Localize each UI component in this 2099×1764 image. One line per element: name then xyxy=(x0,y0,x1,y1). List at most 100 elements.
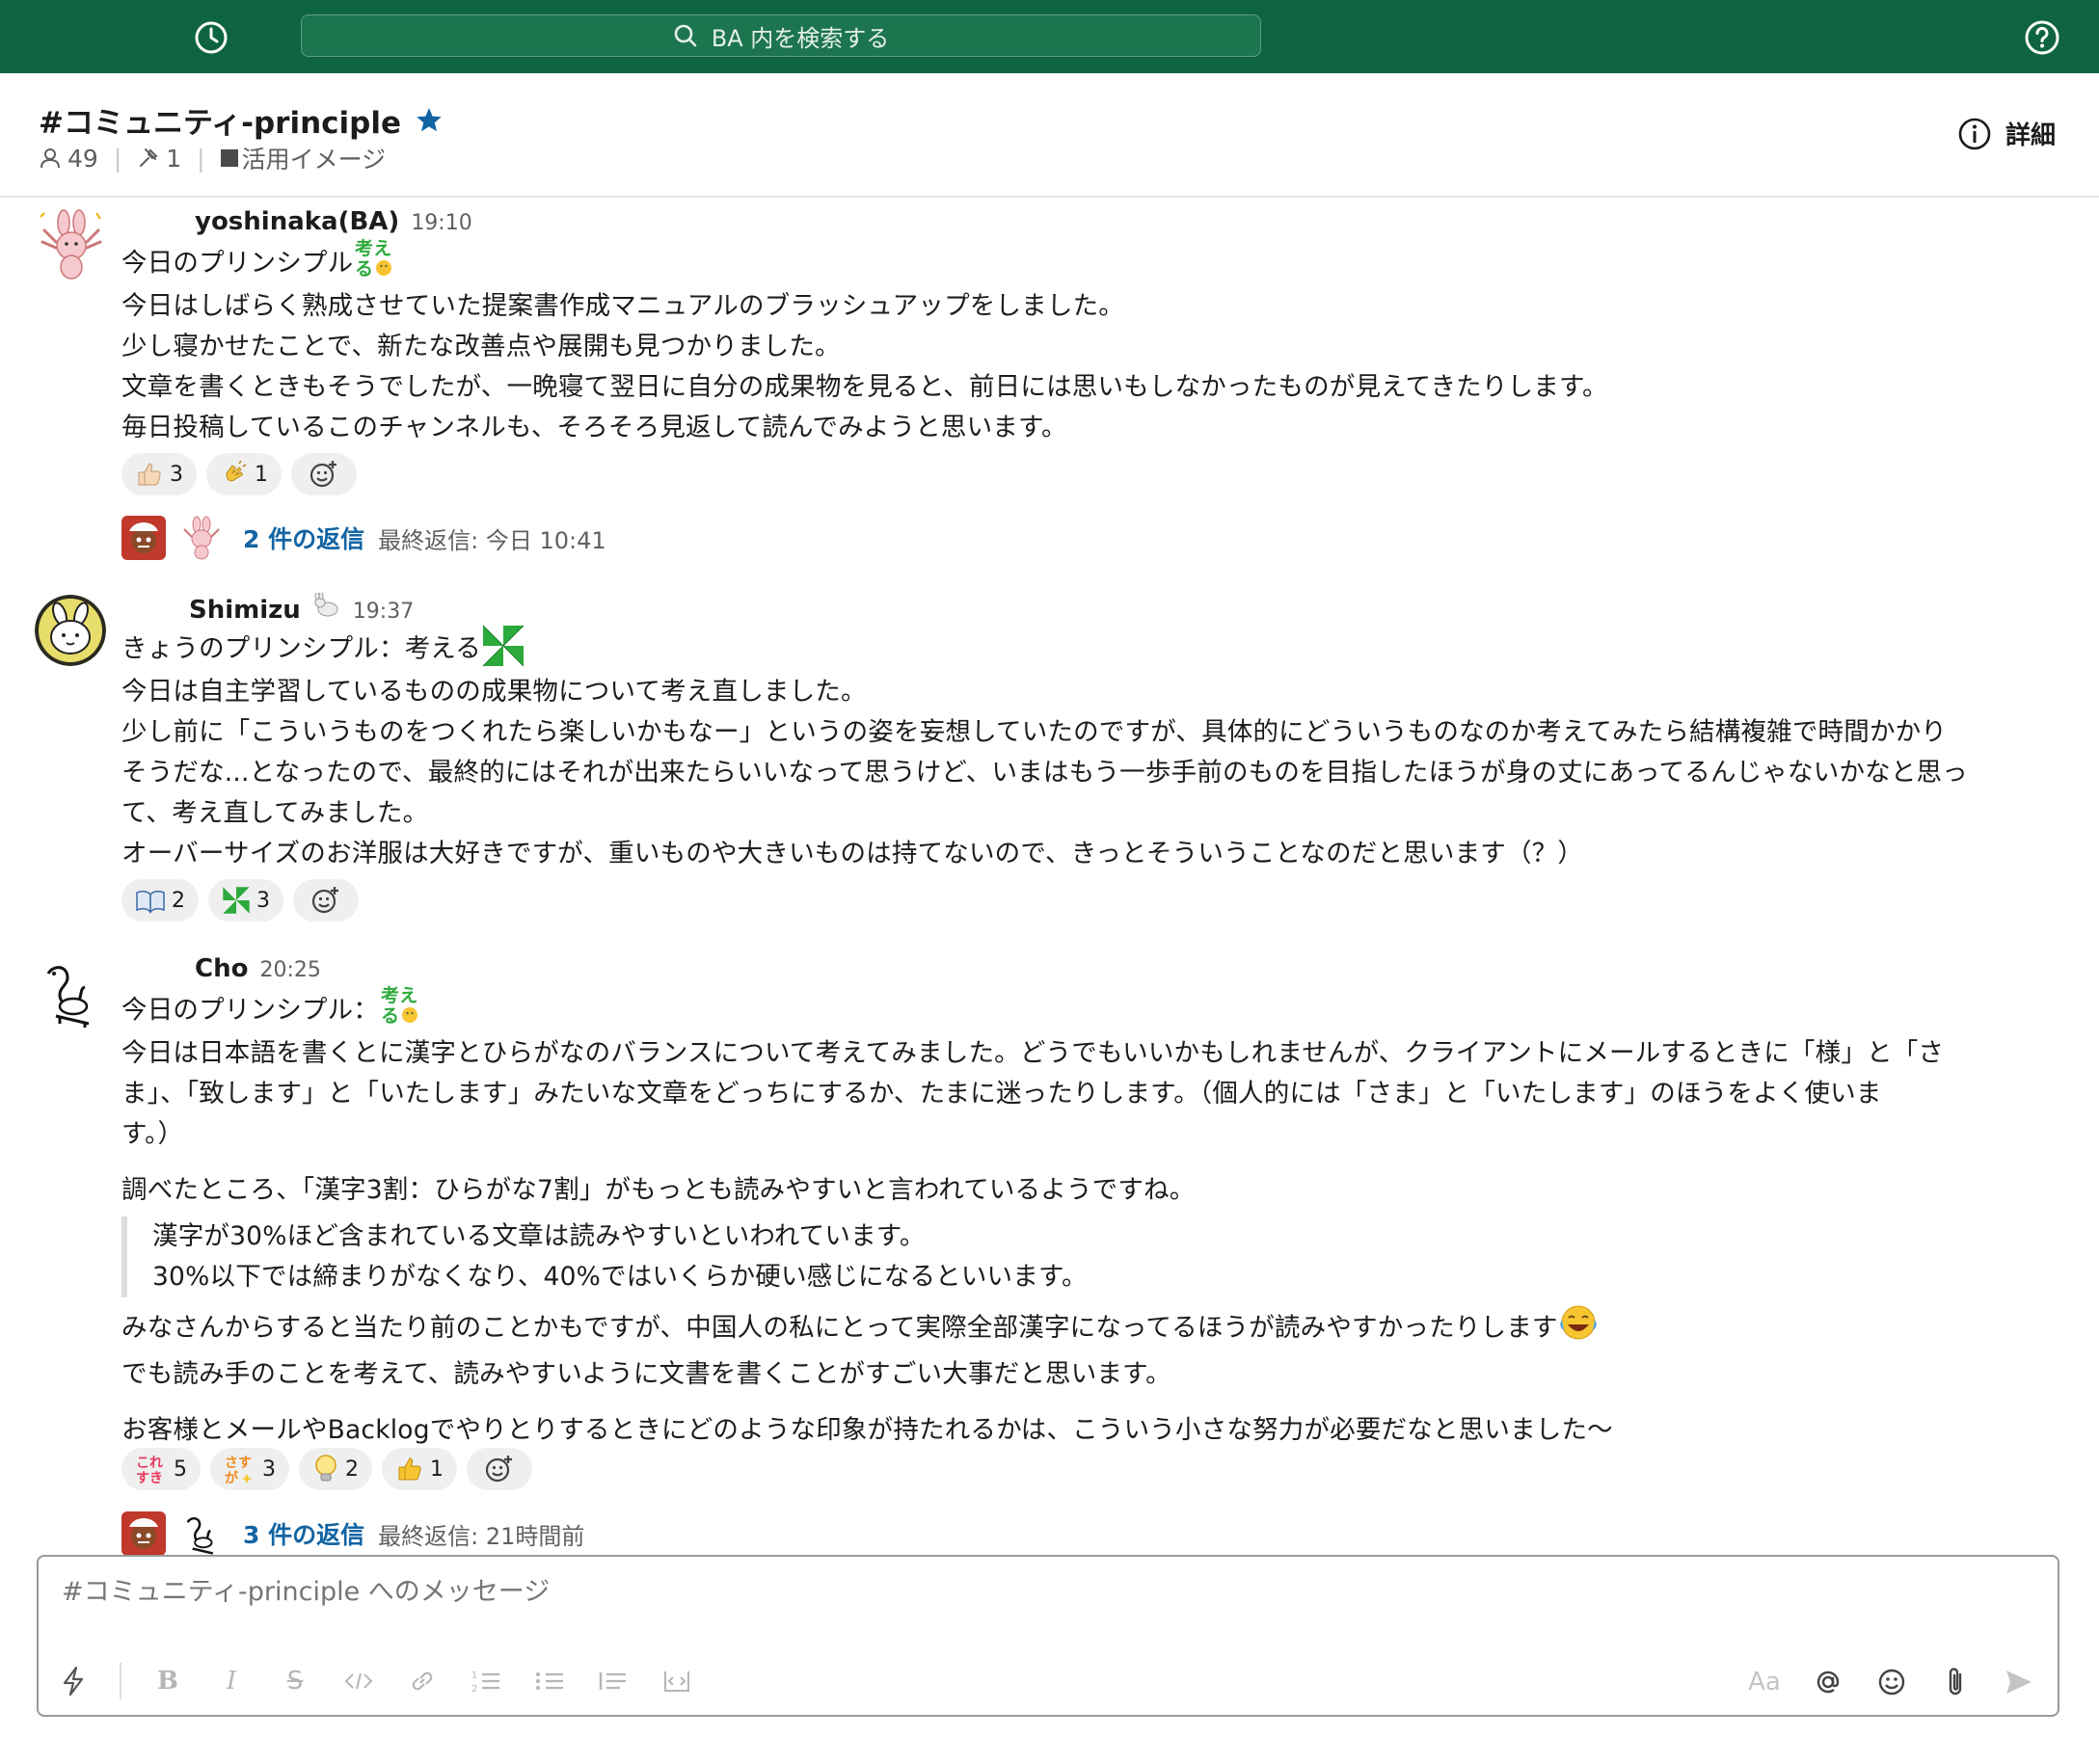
reaction-pill[interactable]: 3 xyxy=(121,453,197,495)
ordered-list-icon[interactable]: 12 xyxy=(469,1664,503,1698)
message-input[interactable] xyxy=(60,1576,1896,1608)
emoji-icon[interactable] xyxy=(1874,1665,1909,1699)
history-icon[interactable] xyxy=(193,19,229,56)
author-name[interactable]: Shimizu xyxy=(189,596,301,625)
message-line: みなさんからすると当たり前のことかもですが、中国人の私にとって実際全部漢字になっ… xyxy=(121,1303,2059,1354)
channel-meta: 49 | 1 | 活用イメージ xyxy=(39,141,386,175)
message-line: す。） xyxy=(121,1119,184,1149)
reaction-count: 2 xyxy=(172,888,185,913)
block-quote: 漢字が30%ほど含まれている文章は読みやすいといわれています。 30%以下では締… xyxy=(121,1216,2059,1297)
reaction-count: 5 xyxy=(174,1457,187,1482)
reaction-bar: 2 3 xyxy=(121,879,359,922)
last-reply-time: 最終返信: 今日 10:41 xyxy=(378,526,606,554)
send-icon[interactable] xyxy=(2002,1665,2036,1699)
reaction-pill[interactable]: 3 xyxy=(208,879,283,922)
reply-count-link[interactable]: 3 件の返信 xyxy=(243,1516,364,1551)
bulleted-list-icon[interactable] xyxy=(532,1664,567,1698)
open-book-icon xyxy=(136,890,165,914)
clap-icon xyxy=(226,460,247,482)
avatar[interactable] xyxy=(35,209,106,281)
star-icon[interactable] xyxy=(415,106,444,135)
message-line: お客様とメールやBacklogでやりとりするときにどのような印象が持たれるかは、… xyxy=(121,1415,1613,1445)
thread-summary[interactable]: 3 件の返信 最終返信: 21時間前 xyxy=(121,1511,584,1556)
add-reaction-button[interactable] xyxy=(291,453,357,495)
svg-text:が: が xyxy=(225,1470,239,1485)
message-line: 少し寝かせたことで、新たな改善点や展開も見つかりました。 xyxy=(121,332,841,361)
reply-count-link[interactable]: 2 件の返信 xyxy=(243,521,364,555)
channel-title[interactable]: #コミュニティ-principle xyxy=(39,98,444,142)
message-line: 文章を書くときもそうでしたが、一晩寝て翌日に自分の成果物を見ると、前日には思いも… xyxy=(121,372,1608,402)
avatar[interactable] xyxy=(35,956,106,1028)
thumbs-up-icon xyxy=(398,1457,421,1481)
members-button[interactable]: 49 xyxy=(39,145,98,173)
details-button[interactable]: 詳細 xyxy=(1957,116,2056,151)
add-reaction-button[interactable] xyxy=(293,879,359,922)
details-label: 詳細 xyxy=(2005,121,2056,150)
thumbs-up-icon xyxy=(138,463,161,486)
format-toggle-button[interactable]: Aa xyxy=(1747,1665,1782,1699)
strikethrough-icon[interactable]: S xyxy=(278,1664,312,1698)
svg-text:2: 2 xyxy=(471,1684,477,1695)
last-reply-time: 最終返信: 21時間前 xyxy=(378,1522,585,1550)
svg-text:すき: すき xyxy=(136,1471,163,1485)
message-line: 今日は日本語を書くとに漢字とひらがなのバランスについて考えてみました。どうでもい… xyxy=(121,1038,1945,1068)
rabbit-status-icon xyxy=(312,591,341,622)
timestamp[interactable]: 19:37 xyxy=(353,600,414,624)
pinwheel-icon xyxy=(223,887,250,914)
add-reaction-icon xyxy=(311,887,338,914)
message-line: きょうのプリンシプル：考える xyxy=(121,625,2059,672)
reaction-pill[interactable]: 1 xyxy=(206,453,282,495)
message-line: 今日のプリンシプル 考える xyxy=(121,238,2059,286)
shortcuts-icon[interactable] xyxy=(56,1664,91,1698)
divider: | xyxy=(197,144,205,173)
koresuki-icon: これすき xyxy=(136,1456,163,1485)
reaction-count: 2 xyxy=(345,1457,359,1482)
avatar[interactable] xyxy=(35,595,106,666)
pinwheel-emoji-icon xyxy=(481,624,525,668)
code-block-icon[interactable] xyxy=(659,1664,694,1698)
search-input[interactable]: BA 内を検索する xyxy=(301,14,1261,57)
add-reaction-icon xyxy=(309,461,336,488)
square-icon xyxy=(220,149,238,167)
svg-text:さす: さす xyxy=(225,1456,252,1471)
reaction-count: 3 xyxy=(256,888,270,913)
author-name[interactable]: yoshinaka(BA) xyxy=(195,207,399,236)
message-line: 今日は自主学習しているものの成果物について考え直しました。 xyxy=(121,677,867,707)
reaction-pill[interactable]: 2 xyxy=(299,1448,372,1490)
message-body: 今日のプリンシプル 考える 今日はしばらく熟成させていた提案書作成マニュアルのブ… xyxy=(121,238,2059,448)
mention-icon[interactable] xyxy=(1811,1665,1845,1699)
message-line: でも読み手のことを考えて、読みやすいように文書を書くことがすごい大事だと思います… xyxy=(121,1359,1171,1389)
attachment-icon[interactable] xyxy=(1938,1665,1973,1699)
channel-topic[interactable]: 活用イメージ xyxy=(220,141,386,175)
reaction-pill[interactable]: さすが 3 xyxy=(210,1448,289,1490)
link-icon[interactable] xyxy=(405,1664,440,1698)
code-icon[interactable] xyxy=(341,1664,376,1698)
italic-icon[interactable]: I xyxy=(214,1664,249,1698)
svg-text:考え: 考え xyxy=(355,238,391,259)
thread-summary[interactable]: 2 件の返信 最終返信: 今日 10:41 xyxy=(121,516,606,560)
pins-button[interactable]: 1 xyxy=(137,145,181,173)
reaction-count: 1 xyxy=(255,462,268,487)
help-icon[interactable] xyxy=(2023,18,2061,57)
reaction-pill[interactable]: これ すき 5 xyxy=(121,1448,201,1490)
reaction-pill[interactable]: 1 xyxy=(382,1448,457,1490)
divider xyxy=(120,1663,121,1699)
timestamp[interactable]: 20:25 xyxy=(259,958,320,982)
divider: | xyxy=(113,144,122,173)
blockquote-icon[interactable] xyxy=(596,1664,631,1698)
svg-text:考え: 考え xyxy=(381,985,417,1006)
add-reaction-button[interactable] xyxy=(467,1448,532,1490)
svg-text:る: る xyxy=(381,1005,399,1027)
reaction-count: 3 xyxy=(170,462,183,487)
kangaeru-emoji-icon: 考える xyxy=(353,236,397,281)
author-name[interactable]: Cho xyxy=(195,954,248,983)
kangaeru-emoji-icon: 考える xyxy=(379,983,423,1028)
reaction-pill[interactable]: 2 xyxy=(121,879,199,922)
reaction-count: 1 xyxy=(430,1457,444,1482)
laughing-tears-emoji-icon xyxy=(1558,1303,1599,1354)
bold-icon[interactable]: B xyxy=(150,1664,185,1698)
timestamp[interactable]: 19:10 xyxy=(411,211,471,235)
avatar xyxy=(179,1511,224,1556)
